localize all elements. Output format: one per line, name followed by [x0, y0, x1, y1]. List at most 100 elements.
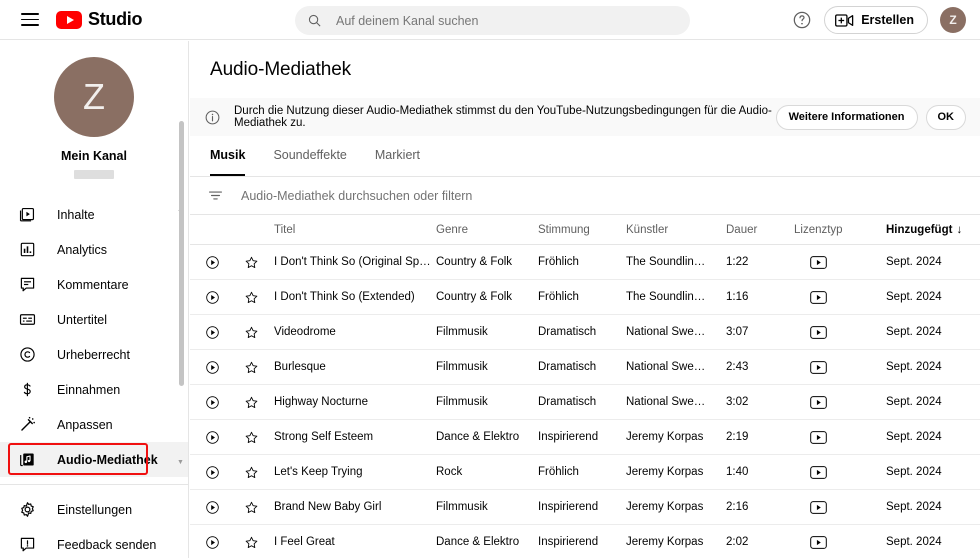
channel-handle-redacted [74, 170, 114, 179]
sidebar-item-label: Einnahmen [57, 382, 121, 397]
table-row[interactable]: Brand New Baby Girl Filmmusik Inspirierend… [190, 490, 980, 525]
play-icon[interactable] [205, 290, 220, 305]
youtube-license-icon[interactable] [810, 535, 827, 549]
column-header-stimmung[interactable]: Stimmung [538, 224, 626, 236]
content-video-icon [16, 204, 38, 226]
table-row[interactable]: I Don't Think So (Extended) Country & Fol… [190, 280, 980, 315]
play-icon[interactable] [205, 255, 220, 270]
youtube-license-icon[interactable] [810, 360, 827, 374]
youtube-license-icon[interactable] [810, 290, 827, 304]
filter-icon[interactable] [207, 187, 224, 204]
cell-stimmung: Inspirierend [538, 536, 599, 548]
column-header-genre[interactable]: Genre [436, 224, 538, 236]
tab-musik[interactable]: Musik [210, 135, 246, 176]
bar-chart-icon [16, 239, 38, 261]
star-icon[interactable] [244, 325, 259, 340]
star-icon[interactable] [244, 535, 259, 550]
star-icon[interactable] [244, 430, 259, 445]
star-icon[interactable] [244, 360, 259, 375]
youtube-license-icon[interactable] [810, 395, 827, 409]
cell-stimmung: Inspirierend [538, 431, 599, 443]
play-icon[interactable] [205, 430, 220, 445]
cell-genre: Filmmusik [436, 361, 488, 373]
studio-logo[interactable]: Studio [56, 9, 142, 30]
cell-dauer: 2:43 [726, 361, 749, 373]
sidebar-divider [0, 484, 188, 485]
table-row[interactable]: I Don't Think So (Original Speed) Country… [190, 245, 980, 280]
play-icon[interactable] [205, 535, 220, 550]
sidebar-item-untertitel[interactable]: Untertitel [0, 302, 188, 337]
search-input[interactable] [336, 10, 656, 31]
youtube-license-icon[interactable] [810, 325, 827, 339]
audio-table: Titel Genre Stimmung Künstler Dauer Lize… [190, 215, 980, 558]
cell-dauer: 1:16 [726, 291, 749, 303]
cell-dauer: 3:07 [726, 326, 749, 338]
cell-titel: I Don't Think So (Extended) [274, 291, 415, 303]
youtube-license-icon[interactable] [810, 465, 827, 479]
sidebar-item-analytics[interactable]: Analytics [0, 232, 188, 267]
column-header-titel[interactable]: Titel [268, 224, 436, 236]
play-icon[interactable] [205, 465, 220, 480]
filter-input[interactable] [241, 188, 980, 203]
star-icon[interactable] [244, 255, 259, 270]
sidebar-scroll-down-arrow[interactable]: ▼ [177, 459, 184, 466]
sidebar-item-kommentare[interactable]: Kommentare [0, 267, 188, 302]
table-row[interactable]: I Feel Great Dance & Elektro Inspirierend J… [190, 525, 980, 558]
sidebar-scrollbar[interactable] [179, 121, 184, 386]
search-box[interactable] [295, 6, 690, 35]
tab-markiert[interactable]: Markiert [375, 135, 420, 176]
channel-avatar[interactable]: Z [54, 57, 134, 137]
play-icon[interactable] [205, 395, 220, 410]
sidebar-item-einnahmen[interactable]: Einnahmen [0, 372, 188, 407]
sidebar-item-label: Audio-Mediathek [57, 452, 158, 467]
create-button[interactable]: Erstellen [824, 6, 928, 34]
sidebar-item-anpassen[interactable]: Anpassen [0, 407, 188, 442]
cell-dauer: 2:16 [726, 501, 749, 513]
sidebar-item-label: Inhalte [57, 207, 95, 222]
column-header-lizenztyp[interactable]: Lizenztyp [794, 224, 886, 236]
column-header-kuenstler[interactable]: Künstler [626, 224, 726, 236]
sidebar-item-feedback[interactable]: Feedback senden [0, 527, 188, 558]
sidebar-item-einstellungen[interactable]: Einstellungen [0, 492, 188, 527]
sidebar-item-audio-mediathek[interactable]: Audio-Mediathek [0, 442, 188, 477]
ok-button[interactable]: OK [925, 104, 966, 130]
table-row[interactable]: Let's Keep Trying Rock Fröhlich Jeremy Korp… [190, 455, 980, 490]
play-icon[interactable] [205, 360, 220, 375]
cell-kuenstler: The Soundlin… [626, 291, 706, 303]
youtube-license-icon[interactable] [810, 255, 827, 269]
sidebar-item-label: Feedback senden [57, 537, 157, 552]
cell-titel: Burlesque [274, 361, 326, 373]
column-header-dauer[interactable]: Dauer [726, 224, 794, 236]
cell-stimmung: Fröhlich [538, 466, 579, 478]
star-icon[interactable] [244, 465, 259, 480]
help-circle-icon[interactable] [792, 10, 812, 30]
table-row[interactable]: Burlesque Filmmusik Dramatisch National Swe… [190, 350, 980, 385]
avatar[interactable]: Z [940, 7, 966, 33]
table-row[interactable]: Highway Nocturne Filmmusik Dramatisch Natio… [190, 385, 980, 420]
play-icon[interactable] [205, 500, 220, 515]
youtube-license-icon[interactable] [810, 430, 827, 444]
table-row[interactable]: Videodrome Filmmusik Dramatisch National Sw… [190, 315, 980, 350]
cell-titel: Videodrome [274, 326, 336, 338]
table-row[interactable]: Strong Self Esteem Dance & Elektro Inspiri… [190, 420, 980, 455]
sidebar-item-urheberrecht[interactable]: Urheberrecht [0, 337, 188, 372]
play-icon[interactable] [205, 325, 220, 340]
cell-kuenstler: Jeremy Korpas [626, 501, 704, 513]
star-icon[interactable] [244, 290, 259, 305]
table-body: I Don't Think So (Original Speed) Country… [190, 245, 980, 558]
sidebar-item-label: Urheberrecht [57, 347, 130, 362]
column-header-hinzugefuegt-label: Hinzugefügt [886, 223, 953, 236]
hamburger-icon[interactable] [18, 8, 42, 32]
youtube-license-icon[interactable] [810, 500, 827, 514]
star-icon[interactable] [244, 500, 259, 515]
top-bar: Studio Erstellen [0, 0, 980, 40]
column-header-hinzugefuegt[interactable]: Hinzugefügt ↓ [886, 224, 972, 236]
cell-titel: Let's Keep Trying [274, 466, 363, 478]
sidebar-item-label: Einstellungen [57, 502, 133, 517]
more-info-button[interactable]: Weitere Informationen [775, 104, 918, 130]
tab-soundeffekte[interactable]: Soundeffekte [273, 135, 346, 176]
cell-genre: Country & Folk [436, 256, 513, 268]
star-icon[interactable] [244, 395, 259, 410]
sidebar-item-inhalte[interactable]: Inhalte [0, 197, 188, 232]
table-header-row: Titel Genre Stimmung Künstler Dauer Lize… [190, 215, 980, 245]
